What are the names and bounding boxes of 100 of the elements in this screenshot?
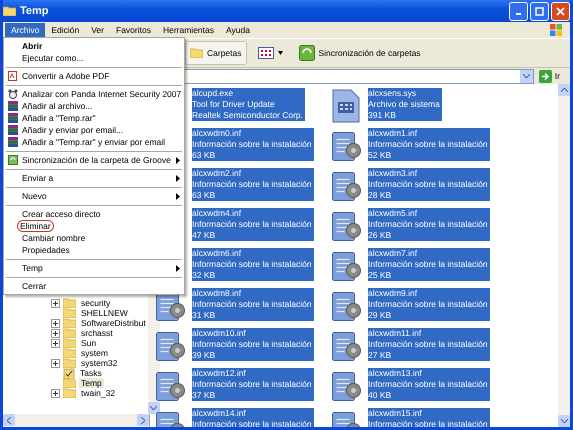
maximize-button[interactable]: [530, 2, 549, 20]
sync-folders-button[interactable]: Sincronización de carpetas: [294, 41, 426, 65]
file-type: Información sobre la instalación: [192, 379, 312, 390]
menu-entry[interactable]: Añadir y enviar por email...: [4, 124, 184, 136]
menu-item[interactable]: Ver: [85, 22, 110, 38]
folder-icon: [63, 308, 76, 318]
books-icon: [8, 101, 18, 111]
settings-document-icon: [332, 332, 360, 360]
file-label[interactable]: alcxwdm1.inf Información sobre la instalación 52 KB: [368, 128, 490, 161]
expand-icon[interactable]: [51, 388, 60, 398]
menu-entry[interactable]: Temp: [4, 262, 184, 274]
expand-icon[interactable]: [51, 338, 60, 348]
menu-entry[interactable]: Ejecutar como...: [4, 52, 184, 64]
file-label[interactable]: alcxwdm15.inf Información sobre la instalación: [368, 408, 490, 427]
menu-entry[interactable]: Abrir: [4, 40, 184, 52]
menu-item[interactable]: Edición: [45, 22, 86, 38]
expand-icon[interactable]: [51, 298, 60, 308]
file-type: Tool for Driver Update: [192, 99, 276, 110]
menu-entry[interactable]: Enviar a: [4, 172, 184, 184]
menu-entry[interactable]: Añadir a "Temp.rar": [4, 112, 184, 124]
tree-item[interactable]: twain_32: [79, 388, 118, 398]
menu-entry-label: Nuevo: [21, 191, 48, 201]
file-label[interactable]: alcxwdm11.inf Información sobre la instalación 27 KB: [368, 328, 490, 361]
tree-item[interactable]: SHELLNEW: [79, 308, 130, 318]
file-label[interactable]: alcxsens.sys Archivo de sistema 391 KB: [368, 88, 442, 121]
menu-entry[interactable]: Convertir a Adobe PDF: [4, 70, 184, 82]
folders-button[interactable]: Carpetas: [185, 41, 246, 65]
expand-icon[interactable]: [51, 358, 60, 368]
folder-icon: [3, 6, 16, 16]
folder-icon: [63, 328, 76, 338]
file-label[interactable]: alcxwdm8.inf Información sobre la instalación 31 KB: [192, 288, 314, 321]
scroll-up-icon[interactable]: [558, 84, 570, 96]
vertical-scrollbar[interactable]: [558, 84, 570, 427]
bear-icon: [8, 89, 18, 99]
file-label[interactable]: alcxwdm6.inf Información sobre la instalación 32 KB: [192, 248, 314, 281]
menu-item[interactable]: Ayuda: [220, 22, 256, 38]
file-label[interactable]: alcxwdm7.inf Información sobre la instalación 25 KB: [368, 248, 490, 281]
tree-item[interactable]: Sun: [79, 338, 98, 348]
menu-entry[interactable]: Cerrar: [4, 280, 184, 292]
file-type: Información sobre la instalación: [368, 419, 488, 427]
maximize-icon: [535, 6, 544, 16]
scroll-down-icon[interactable]: [558, 415, 570, 427]
tree-item[interactable]: srchasst: [79, 328, 115, 338]
menu-entry[interactable]: Analizar con Panda Internet Security 2007: [4, 88, 184, 100]
menu-entry-label: Ejecutar como...: [21, 53, 84, 63]
file-label[interactable]: alcxwdm9.inf Información sobre la instalación 29 KB: [368, 288, 490, 321]
file-label[interactable]: alcxwdm5.inf Información sobre la instalación 26 KB: [368, 208, 490, 241]
menu-entry-label: Crear acceso directo: [21, 209, 102, 219]
folder-icon: [63, 318, 76, 328]
close-button[interactable]: [551, 2, 570, 20]
dropdown-caret-icon[interactable]: [520, 70, 533, 82]
tree-item[interactable]: Tasks: [78, 368, 104, 378]
menu-entry[interactable]: Crear acceso directo: [4, 208, 184, 220]
menu-entry[interactable]: Eliminar: [4, 220, 184, 232]
horizontal-scrollbar[interactable]: [3, 414, 149, 427]
file-name: alcxwdm5.inf: [368, 208, 418, 219]
file-label[interactable]: alcupd.exe Tool for Driver Update Realtek Semiconductor Corp.: [192, 88, 306, 121]
expand-icon[interactable]: [51, 328, 60, 338]
file-size: 26 KB: [368, 230, 392, 241]
file-label[interactable]: alcxwdm4.inf Información sobre la instalación 47 KB: [192, 208, 314, 241]
tree-item[interactable]: system32: [79, 358, 120, 368]
scroll-right-icon[interactable]: [137, 414, 149, 426]
file-label[interactable]: alcxwdm2.inf Información sobre la instalación 63 KB: [192, 168, 314, 201]
tree-item[interactable]: Temp: [79, 378, 104, 388]
settings-document-icon: [332, 172, 360, 200]
books-icon: [8, 113, 18, 123]
file-label[interactable]: alcxwdm0.inf Información sobre la instalación 63 KB: [192, 128, 314, 161]
file-label[interactable]: alcxwdm12.inf Información sobre la instalación 37 KB: [192, 368, 314, 401]
file-label[interactable]: alcxwdm14.inf Información sobre la instalación: [192, 408, 314, 427]
tree-item[interactable]: SoftwareDistribut: [79, 318, 148, 328]
menu-entry[interactable]: Añadir al archivo...: [4, 100, 184, 112]
settings-document-icon: [156, 372, 184, 400]
sync-icon: [8, 155, 18, 165]
expand-icon[interactable]: [51, 318, 60, 328]
scroll-left-icon[interactable]: [3, 414, 15, 426]
tree-item[interactable]: system: [79, 348, 110, 358]
settings-document-icon: [332, 372, 360, 400]
scroll-down-icon[interactable]: [148, 402, 160, 414]
menu-entry[interactable]: Nuevo: [4, 190, 184, 202]
file-type: Información sobre la instalación: [368, 299, 488, 310]
menu-entry-label: Eliminar: [17, 220, 54, 232]
file-name: alcxwdm12.inf: [192, 368, 247, 379]
file-label[interactable]: alcxwdm13.inf Información sobre la instalación 40 KB: [368, 368, 490, 401]
menu-item[interactable]: Herramientas: [156, 22, 220, 38]
file-label[interactable]: alcxwdm10.inf Información sobre la instalación 39 KB: [192, 328, 314, 361]
go-button[interactable]: Ir: [536, 70, 568, 82]
tree-item[interactable]: security: [79, 298, 112, 308]
settings-document-icon: [332, 292, 360, 320]
file-type: Información sobre la instalación: [192, 259, 312, 270]
menu-entry[interactable]: Añadir a "Temp.rar" y enviar por email: [4, 136, 184, 148]
menu-item[interactable]: Favoritos: [110, 22, 157, 38]
file-label[interactable]: alcxwdm3.inf Información sobre la instalación 28 KB: [368, 168, 490, 201]
file-name: alcxwdm13.inf: [368, 368, 423, 379]
menu-entry-label: Cambiar nombre: [21, 233, 86, 243]
minimize-button[interactable]: [509, 2, 528, 20]
menu-item[interactable]: Archivo: [5, 22, 46, 38]
file-size: 63 KB: [192, 150, 216, 161]
menu-entry[interactable]: Cambiar nombre: [4, 232, 184, 244]
menu-entry[interactable]: Propiedades: [4, 244, 184, 256]
menu-entry[interactable]: Sincronización de la carpeta de Groove: [4, 154, 184, 166]
